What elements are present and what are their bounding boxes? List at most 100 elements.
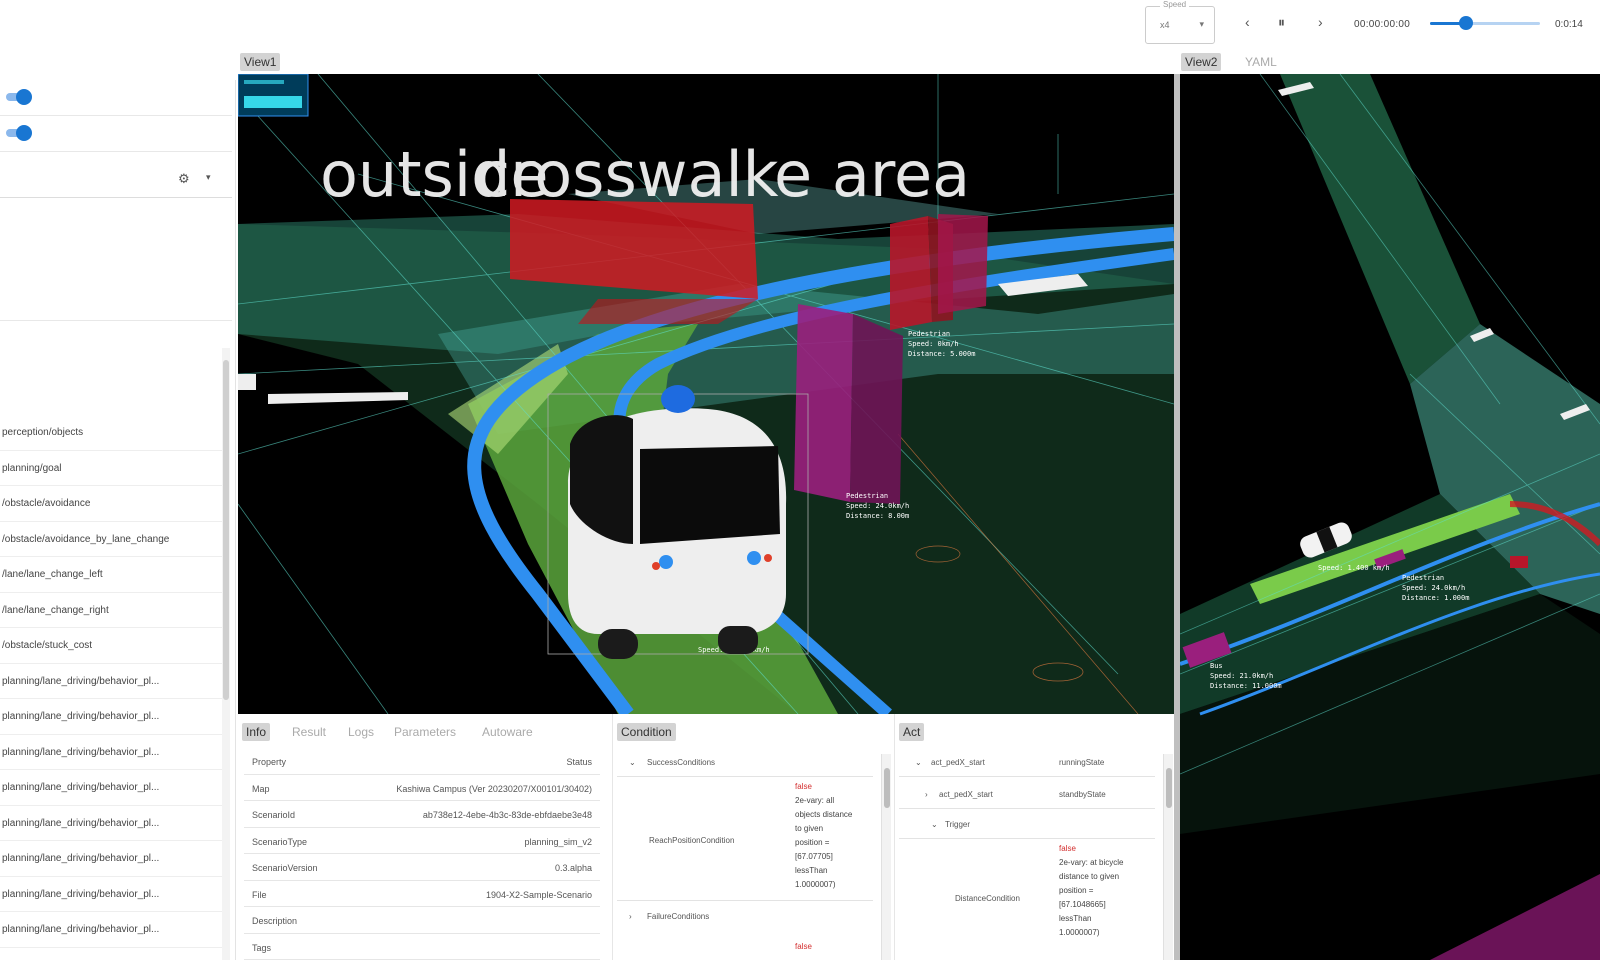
distance-condition-label: DistanceCondition — [955, 894, 1020, 903]
chevron-down-icon[interactable]: ▾ — [206, 172, 211, 183]
scrollbar[interactable] — [1163, 754, 1173, 960]
topic-list-item[interactable]: planning/lane_driving/behavior_pl... — [0, 770, 222, 806]
act-key[interactable]: act_pedX_start — [939, 790, 993, 799]
speed-select[interactable]: Speed x4 ▾ — [1145, 0, 1215, 44]
topic-list-item[interactable]: perception/objects — [0, 415, 222, 451]
topic-list-item[interactable]: planning/lane_driving/behavior_pl... — [0, 735, 222, 770]
table-row: Property Status — [244, 748, 600, 775]
chevron-down-icon[interactable]: ⌄ — [931, 820, 938, 829]
view1-3d-viewport[interactable]: Pedestrian Speed: 0km/h Distance: 5.000m… — [238, 74, 1174, 714]
topic-list: perception/objects planning/goal/obstacle… — [0, 415, 222, 948]
topic-list-item[interactable]: planning/lane_driving/behavior_pl... — [0, 806, 222, 841]
divider — [0, 320, 232, 321]
chevron-down-icon[interactable]: ⌄ — [629, 758, 636, 767]
gear-icon[interactable]: ⚙ — [178, 171, 190, 187]
view1-scene: Pedestrian Speed: 0km/h Distance: 5.000m… — [238, 74, 1174, 714]
layer-toggle[interactable] — [6, 89, 32, 105]
speed-value: x4 — [1160, 20, 1170, 30]
info-value: planning_sim_v2 — [524, 836, 592, 847]
current-time: 00:00:00:00 — [1354, 19, 1411, 30]
timeline-slider[interactable] — [1430, 16, 1540, 30]
condition-detail: 2e-vary: all objects distance to given p… — [795, 796, 853, 889]
chevron-down-icon: ▾ — [1199, 19, 1204, 29]
info-key: Description — [252, 916, 298, 926]
tab-autoware[interactable]: Autoware — [478, 723, 537, 741]
scrollbar[interactable] — [222, 348, 230, 960]
speed-legend: Speed — [1160, 0, 1190, 9]
act-value: runningState — [1059, 758, 1105, 767]
divider — [617, 900, 873, 901]
npc-label: Distance: 11.000m — [1210, 682, 1282, 690]
tab-result[interactable]: Result — [288, 723, 330, 741]
timeline-slider-thumb[interactable] — [1459, 16, 1474, 30]
ego-label: Speed: 1.400 km/h — [1318, 564, 1390, 572]
topic-list-item[interactable]: planning/lane_driving/behavior_pl... — [0, 664, 222, 699]
condition-detail: 2e-vary: at bicycle distance to given po… — [1059, 858, 1124, 937]
condition-tab[interactable]: Condition — [617, 723, 676, 741]
divider — [617, 776, 873, 777]
topic-list-item[interactable]: planning/lane_driving/behavior_pl... — [0, 841, 222, 877]
topic-list-item[interactable]: planning/lane_driving/behavior_pl... — [0, 877, 222, 912]
act-tab[interactable]: Act — [899, 723, 925, 741]
info-value: 0.3.alpha — [554, 863, 592, 873]
left-panel: ⚙ ▾ perception/objects planning/goal/obst… — [0, 80, 236, 960]
info-value: ab738e12-4ebe-4b3c-83de-ebfdaebe3e48 — [422, 810, 592, 820]
info-value: Status — [566, 757, 592, 767]
act-panel: Act ⌄ act_pedX_start runningState › act_… — [894, 714, 1174, 960]
view1-tab[interactable]: View1 — [240, 53, 281, 71]
info-key: ScenarioId — [252, 810, 296, 820]
layer-toggle[interactable] — [6, 125, 32, 141]
next-frame-button[interactable]: › — [1318, 14, 1323, 30]
act-key[interactable]: act_pedX_start — [931, 758, 985, 767]
info-panel: Info Result Logs Parameters Autoware Pro… — [238, 714, 608, 960]
reach-position-label: ReachPositionCondition — [649, 836, 735, 845]
view2-top-viewport[interactable]: Speed: 1.400 km/h Pedestrian Speed: 24.0… — [1180, 74, 1600, 960]
npc-label: Speed: 21.0km/h — [1210, 672, 1273, 680]
overlay-text: e area — [774, 138, 970, 211]
scrollbar[interactable] — [881, 754, 891, 960]
failure-conditions-label[interactable]: FailureConditions — [647, 912, 709, 921]
npc-pedestrian — [1510, 556, 1528, 568]
chevron-right-icon[interactable]: › — [629, 912, 632, 921]
topic-list-item[interactable]: /obstacle/stuck_cost — [0, 628, 222, 664]
info-key: ScenarioVersion — [252, 863, 318, 873]
layer-select[interactable]: ⚙ ▾ — [0, 160, 232, 198]
condition-status: false — [1059, 844, 1076, 853]
scenario-info-table: Property Status Map Kashiwa Campus (Ver 202… — [244, 748, 600, 960]
topic-list-item[interactable]: /obstacle/avoidance_by_lane_change — [0, 522, 222, 557]
topic-list-item[interactable]: planning/lane_driving/behavior_pl... — [0, 912, 222, 948]
tab-logs[interactable]: Logs — [344, 723, 378, 741]
npc-label: Distance: 1.000m — [1402, 594, 1469, 602]
npc-label: Speed: 24.0km/h — [846, 502, 909, 510]
table-row: ScenarioId ab738e12-4ebe-4b3c-83de-ebfdae… — [244, 801, 600, 828]
chevron-down-icon[interactable]: ⌄ — [915, 758, 922, 767]
topic-list-item[interactable]: /lane/lane_change_right — [0, 593, 222, 628]
topic-list-item[interactable]: /lane/lane_change_left — [0, 557, 222, 593]
condition-status: false — [795, 942, 812, 951]
npc-pedestrian-purple — [794, 304, 903, 504]
chevron-right-icon[interactable]: › — [925, 790, 928, 799]
info-key: Map — [252, 783, 270, 794]
tab-parameters[interactable]: Parameters — [390, 723, 460, 741]
topic-list-item[interactable]: planning/lane_driving/behavior_pl... — [0, 699, 222, 735]
topic-list-item[interactable]: planning/goal — [0, 451, 222, 486]
success-conditions-label[interactable]: SuccessConditions — [647, 758, 715, 767]
trigger-label[interactable]: Trigger — [945, 820, 970, 829]
table-row: ScenarioVersion 0.3.alpha — [244, 854, 600, 881]
condition-status: false — [795, 782, 812, 791]
tab-info[interactable]: Info — [242, 723, 271, 741]
info-key: Property — [252, 757, 287, 767]
yaml-tab[interactable]: YAML — [1241, 53, 1281, 71]
npc-label: Bus — [1210, 662, 1223, 670]
layer-toggle-row — [0, 116, 232, 152]
npc-label: Speed: 24.0km/h — [1402, 584, 1465, 592]
previous-frame-button[interactable]: ‹ — [1245, 14, 1250, 30]
npc-object — [1430, 874, 1600, 960]
pause-button[interactable]: ⏸ — [1278, 14, 1285, 31]
divider — [899, 838, 1155, 839]
total-time: 0:0:14 — [1555, 19, 1583, 30]
overlay-text: crosswalk — [476, 138, 779, 211]
table-row: Map Kashiwa Campus (Ver 20230207/X00101/3… — [244, 775, 600, 801]
topic-list-item[interactable]: /obstacle/avoidance — [0, 486, 222, 522]
view2-tab[interactable]: View2 — [1181, 53, 1222, 71]
